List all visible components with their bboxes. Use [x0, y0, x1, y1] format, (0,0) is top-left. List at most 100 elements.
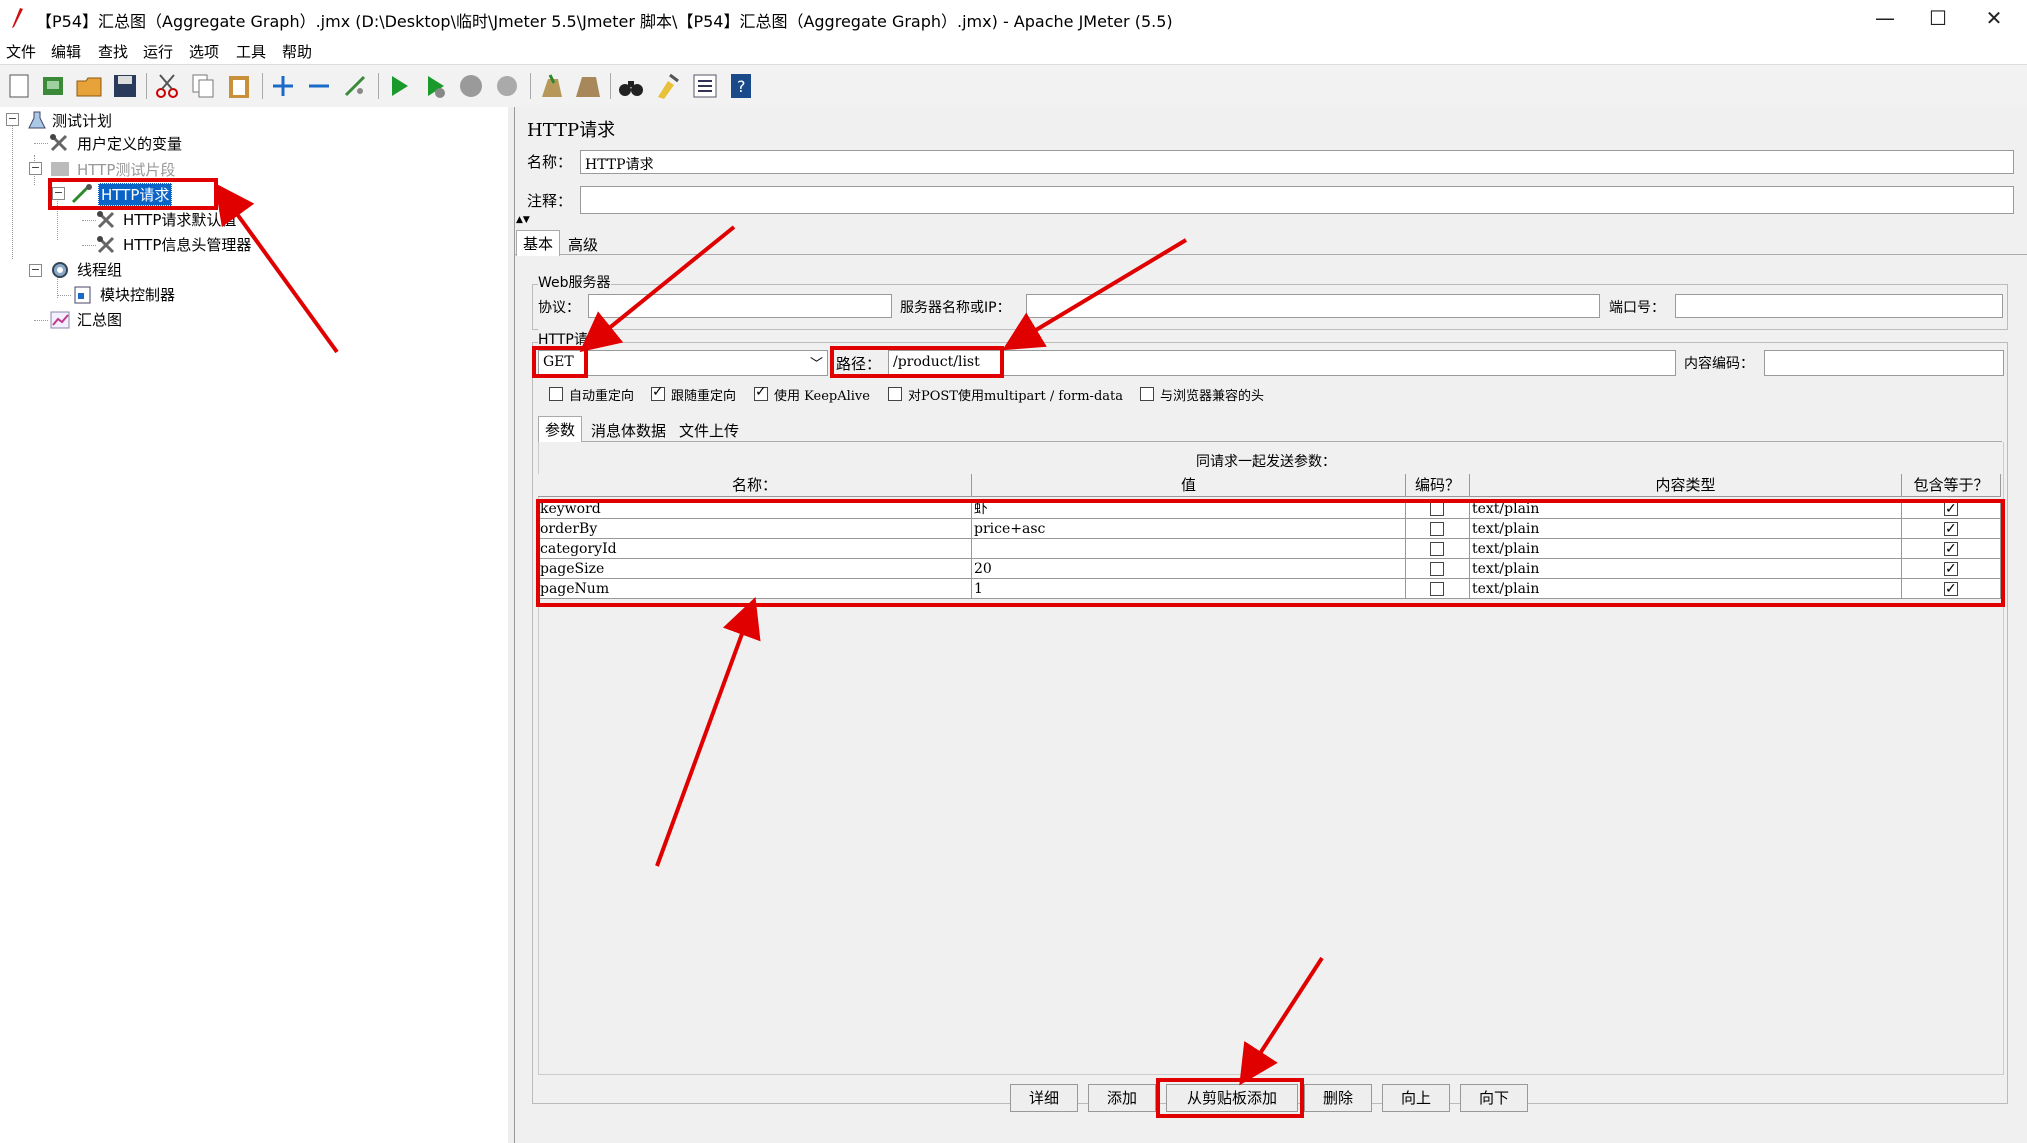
param-type[interactable]: text/plain: [1470, 519, 1902, 539]
help-icon[interactable]: ?: [726, 71, 756, 101]
toggle-icon[interactable]: [340, 71, 370, 101]
method-select[interactable]: GET ﹀: [538, 350, 828, 376]
maximize-button[interactable]: ☐: [1908, 2, 1968, 34]
paste-icon[interactable]: [224, 71, 254, 101]
equals-checkbox[interactable]: [1944, 499, 1958, 519]
menu-tools[interactable]: 工具: [236, 41, 266, 62]
table-row[interactable]: categoryId text/plain: [538, 539, 2001, 559]
close-button[interactable]: ✕: [1964, 2, 2024, 34]
menu-search[interactable]: 查找: [98, 41, 128, 62]
param-value[interactable]: 虾: [972, 499, 1406, 519]
save-icon[interactable]: [110, 71, 140, 101]
menu-help[interactable]: 帮助: [282, 41, 312, 62]
tab-basic[interactable]: 基本: [516, 230, 561, 256]
reset-search-icon[interactable]: [652, 71, 682, 101]
param-name[interactable]: pageNum: [538, 579, 972, 599]
auto-redirect-checkbox[interactable]: [549, 387, 563, 401]
tree-item-module-controller[interactable]: 模块控制器: [100, 284, 175, 305]
move-down-button[interactable]: 向下: [1460, 1084, 1528, 1112]
tree-item-user-vars[interactable]: 用户定义的变量: [77, 133, 182, 154]
param-name[interactable]: categoryId: [538, 539, 972, 559]
equals-checkbox[interactable]: [1944, 559, 1958, 579]
equals-checkbox[interactable]: [1944, 539, 1958, 559]
delete-button[interactable]: 删除: [1304, 1084, 1372, 1112]
menu-file[interactable]: 文件: [6, 41, 36, 62]
subtab-files[interactable]: 文件上传: [673, 418, 745, 443]
param-value[interactable]: 20: [972, 559, 1406, 579]
comment-field[interactable]: [580, 186, 2014, 214]
param-name[interactable]: pageSize: [538, 559, 972, 579]
param-value[interactable]: [972, 539, 1406, 559]
tree-item-test-plan[interactable]: 测试计划: [52, 110, 112, 131]
encode-checkbox[interactable]: [1430, 502, 1444, 516]
start-no-pause-icon[interactable]: [420, 71, 450, 101]
param-value[interactable]: 1: [972, 579, 1406, 599]
collapse-toggle[interactable]: −: [6, 113, 19, 126]
param-name[interactable]: keyword: [538, 499, 972, 519]
start-icon[interactable]: [384, 71, 414, 101]
col-header-name[interactable]: 名称：: [538, 474, 972, 496]
tab-advanced[interactable]: 高级: [562, 232, 604, 257]
add-button[interactable]: 添加: [1088, 1084, 1156, 1112]
splitter-arrows-icon[interactable]: ▲▼: [516, 215, 530, 225]
add-from-clipboard-button[interactable]: 从剪贴板添加: [1166, 1084, 1298, 1112]
new-icon[interactable]: [4, 71, 34, 101]
col-header-type[interactable]: 内容类型: [1470, 474, 1902, 496]
cut-icon[interactable]: [152, 71, 182, 101]
test-plan-tree[interactable]: − 测试计划 用户定义的变量 − HTTP测试片段 − HTTP请求 HTTP请…: [0, 107, 509, 1143]
param-type[interactable]: text/plain: [1470, 499, 1902, 519]
param-type[interactable]: text/plain: [1470, 539, 1902, 559]
tree-item-http-defaults[interactable]: HTTP请求默认值: [123, 209, 236, 230]
encode-checkbox[interactable]: [1430, 522, 1444, 536]
expand-all-icon[interactable]: [268, 71, 298, 101]
clear-icon[interactable]: [536, 71, 566, 101]
param-type[interactable]: text/plain: [1470, 559, 1902, 579]
collapse-all-icon[interactable]: [304, 71, 334, 101]
param-value[interactable]: price+asc: [972, 519, 1406, 539]
table-row[interactable]: orderBy price+asc text/plain: [538, 519, 2001, 539]
subtab-body[interactable]: 消息体数据: [585, 418, 672, 443]
table-row[interactable]: pageSize 20 text/plain: [538, 559, 2001, 579]
port-field[interactable]: [1675, 294, 2003, 318]
tree-item-http-request[interactable]: HTTP请求: [98, 183, 173, 206]
encode-checkbox[interactable]: [1430, 562, 1444, 576]
panel-splitter[interactable]: [508, 107, 515, 1143]
equals-checkbox[interactable]: [1944, 579, 1958, 599]
detail-button[interactable]: 详细: [1010, 1084, 1078, 1112]
follow-redirect-checkbox[interactable]: [651, 384, 665, 401]
templates-icon[interactable]: [38, 71, 68, 101]
collapse-toggle[interactable]: −: [29, 264, 42, 277]
subtab-params[interactable]: 参数: [538, 416, 583, 442]
shutdown-icon[interactable]: [492, 71, 522, 101]
table-row[interactable]: pageNum 1 text/plain: [538, 579, 2001, 599]
protocol-field[interactable]: [588, 294, 892, 318]
function-helper-icon[interactable]: [690, 71, 720, 101]
keepalive-checkbox[interactable]: [754, 384, 768, 401]
stop-icon[interactable]: [456, 71, 486, 101]
encode-checkbox[interactable]: [1430, 582, 1444, 596]
col-header-equals[interactable]: 包含等于？: [1902, 474, 2001, 496]
encoding-field[interactable]: [1764, 350, 2004, 376]
menu-options[interactable]: 选项: [189, 41, 219, 62]
browser-headers-checkbox[interactable]: [1140, 387, 1154, 401]
tree-item-fragment[interactable]: HTTP测试片段: [77, 159, 175, 180]
move-up-button[interactable]: 向上: [1382, 1084, 1450, 1112]
equals-checkbox[interactable]: [1944, 519, 1958, 539]
col-header-encode[interactable]: 编码？: [1406, 474, 1470, 496]
table-row[interactable]: keyword 虾 text/plain: [538, 499, 2001, 519]
tree-item-aggregate[interactable]: 汇总图: [77, 309, 122, 330]
tree-item-header-manager[interactable]: HTTP信息头管理器: [123, 234, 251, 255]
path-field[interactable]: /product/list: [888, 350, 1676, 376]
open-icon[interactable]: [74, 71, 104, 101]
multipart-checkbox[interactable]: [888, 387, 902, 401]
collapse-toggle[interactable]: −: [29, 162, 42, 175]
encode-checkbox[interactable]: [1430, 542, 1444, 556]
param-name[interactable]: orderBy: [538, 519, 972, 539]
copy-icon[interactable]: [188, 71, 218, 101]
menu-run[interactable]: 运行: [143, 41, 173, 62]
server-field[interactable]: [1026, 294, 1600, 318]
name-field[interactable]: HTTP请求: [580, 150, 2014, 174]
minimize-button[interactable]: —: [1855, 2, 1915, 34]
clear-all-icon[interactable]: [572, 71, 602, 101]
menu-edit[interactable]: 编辑: [51, 41, 81, 62]
